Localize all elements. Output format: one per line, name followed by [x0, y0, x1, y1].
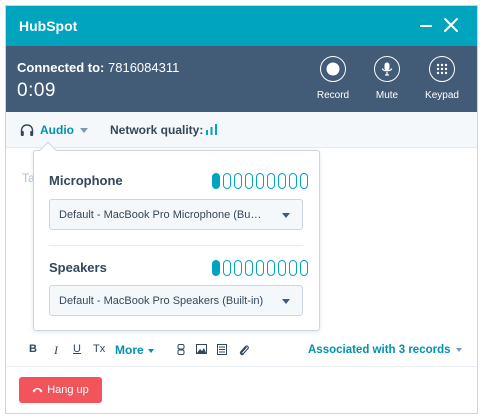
level-segment [289, 260, 297, 276]
caret-down-icon [147, 348, 154, 353]
call-header: Connected to: 7816084311 0:09 Record Mut… [6, 46, 477, 112]
level-segment [278, 260, 286, 276]
hang-up-phone-icon [32, 388, 43, 393]
level-segment [289, 173, 297, 189]
associated-records-dropdown[interactable]: Associated with 3 records [308, 344, 462, 356]
more-label: More [115, 343, 144, 357]
connected-label: Connected to: [17, 60, 105, 75]
footer: Hang up [6, 366, 477, 413]
level-segment [212, 173, 220, 189]
speakers-select[interactable]: Default - MacBook Pro Speakers (Built-in… [49, 285, 303, 316]
chevron-down-icon [80, 127, 88, 133]
document-icon[interactable] [217, 344, 227, 355]
microphone-select[interactable]: Default - MacBook Pro Microphone (Bu… [49, 199, 303, 230]
headset-icon [20, 123, 34, 136]
title-bar: HubSpot [6, 6, 477, 46]
level-segment [267, 173, 275, 189]
window-title: HubSpot [19, 18, 78, 34]
level-segment [256, 173, 264, 189]
microphone-level-meter [212, 173, 311, 189]
level-segment [234, 173, 242, 189]
record-button[interactable]: Record [308, 56, 358, 101]
caret-down-icon [282, 213, 290, 218]
keypad-button[interactable]: Keypad [417, 56, 467, 101]
level-segment [223, 260, 231, 276]
speakers-selected-value: Default - MacBook Pro Speakers (Built-in… [59, 295, 264, 307]
microphone-selected-value: Default - MacBook Pro Microphone (Bu… [59, 209, 262, 221]
level-segment [300, 173, 308, 189]
level-segment [212, 260, 220, 276]
record-icon [320, 56, 346, 82]
attachment-icon[interactable] [239, 344, 249, 356]
microphone-title: Microphone [49, 173, 123, 188]
level-segment [245, 260, 253, 276]
speakers-title: Speakers [49, 260, 107, 275]
audio-dropdown[interactable]: Audio [20, 123, 88, 137]
bold-button[interactable]: B [29, 343, 37, 355]
keypad-icon [429, 56, 455, 82]
underline-button[interactable]: U [73, 343, 81, 355]
italic-button[interactable]: I [54, 343, 58, 358]
minimize-icon[interactable] [418, 17, 434, 35]
record-label: Record [316, 90, 350, 101]
more-dropdown[interactable]: More [115, 343, 154, 357]
keypad-label: Keypad [425, 90, 459, 101]
audio-settings-popover: Microphone Default - MacBook Pro Microph… [33, 141, 320, 331]
audio-label: Audio [40, 123, 74, 137]
caret-down-icon [455, 347, 462, 352]
microphone-icon [374, 56, 400, 82]
mute-label: Mute [375, 90, 399, 101]
speakers-level-meter [212, 260, 311, 276]
call-status-row: Audio Network quality: [6, 112, 477, 148]
hang-up-label: Hang up [47, 384, 89, 396]
level-segment [223, 173, 231, 189]
level-segment [300, 260, 308, 276]
level-segment [267, 260, 275, 276]
calling-widget: HubSpot Connected to: 7816084311 0:09 Re… [5, 5, 478, 414]
level-segment [256, 260, 264, 276]
snippet-icon[interactable] [177, 344, 185, 355]
connected-to: Connected to: 7816084311 [17, 60, 179, 75]
divider [49, 245, 303, 246]
clear-format-button[interactable]: Tx [93, 343, 105, 355]
level-segment [245, 173, 253, 189]
level-segment [278, 173, 286, 189]
mute-button[interactable]: Mute [362, 56, 412, 101]
associated-records-label: Associated with 3 records [308, 344, 451, 356]
image-icon[interactable] [196, 344, 207, 354]
network-quality-label: Network quality: [110, 123, 204, 137]
call-timer: 0:09 [17, 80, 56, 101]
hang-up-button[interactable]: Hang up [19, 377, 102, 403]
phone-number: 7816084311 [108, 60, 180, 75]
level-segment [234, 260, 242, 276]
signal-bars-icon [206, 124, 217, 135]
caret-down-icon [282, 299, 290, 304]
close-icon[interactable] [442, 16, 460, 34]
format-toolbar: B I U Tx More Associated with 3 records [6, 341, 477, 363]
